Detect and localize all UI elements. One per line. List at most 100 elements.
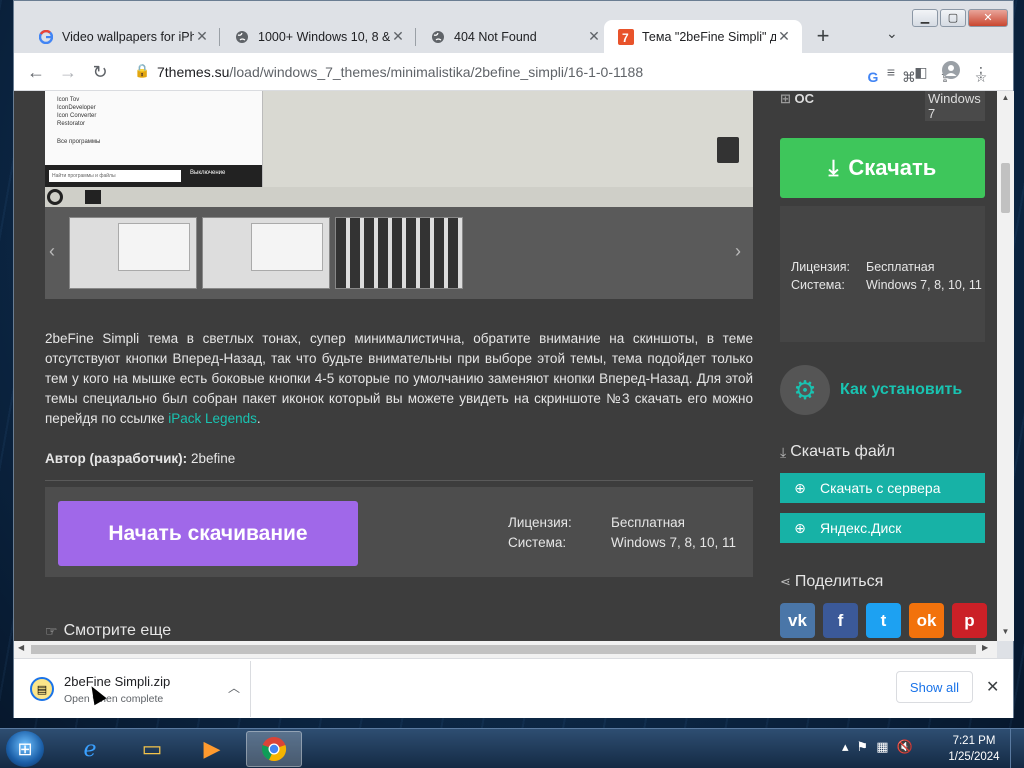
scroll-thumb[interactable] [1001, 163, 1010, 213]
page-viewport: Icon Tov IconDeveloper Icon Converter Re… [14, 91, 997, 641]
tab-404[interactable]: 404 Not Found ✕ [416, 20, 612, 53]
action-center-flag-icon[interactable]: ⚑ [857, 739, 869, 755]
license-value: Бесплатная [866, 260, 935, 274]
media-player-icon[interactable]: ▶ [184, 731, 240, 767]
close-icon[interactable]: ✕ [986, 677, 999, 697]
sidebar-info-box: Лицензия: Бесплатная Система: Windows 7,… [780, 206, 985, 342]
download-item[interactable]: ▤ 2beFine Simpli.zip Open when complete … [22, 665, 250, 713]
file-explorer-icon[interactable]: ▭ [124, 731, 180, 767]
system-tray: ▴ ⚑ ▦ 🔇 [842, 739, 913, 755]
internet-explorer-icon[interactable]: ℯ [62, 731, 118, 767]
globe-icon [234, 29, 250, 45]
scroll-right-icon[interactable]: ▶ [982, 643, 988, 652]
preview-taskbar [45, 187, 753, 207]
sidebar: ⊞ ОС Windows 7 ⤓ Скачать Лицензия: Беспл… [769, 91, 997, 641]
minimize-button[interactable]: ▁ [912, 9, 938, 27]
screenshot-gallery: ‹ › [45, 207, 753, 299]
lock-icon[interactable]: 🔒 [134, 63, 150, 79]
show-all-button[interactable]: Show all [896, 671, 973, 703]
media-control-icon[interactable]: ≡ [880, 61, 902, 83]
new-tab-button[interactable]: + [809, 23, 837, 51]
url-host: 7themes.su [157, 64, 230, 80]
download-from-server-button[interactable]: ⊕ Скачать с сервера [780, 473, 985, 503]
license-value: Бесплатная [611, 515, 685, 530]
download-circle-icon: ⊕ [794, 519, 806, 536]
social-buttons: vk f t ok p [780, 603, 987, 638]
gallery-thumbnail[interactable] [202, 217, 330, 289]
close-icon[interactable]: ✕ [586, 28, 602, 45]
pinterest-icon[interactable]: p [952, 603, 987, 638]
gallery-thumbnail[interactable] [69, 217, 197, 289]
download-shelf: ▤ 2beFine Simpli.zip Open when complete … [14, 658, 1013, 718]
theme-screenshot[interactable]: Icon Tov IconDeveloper Icon Converter Re… [45, 91, 753, 207]
system-label: Система: [508, 535, 567, 550]
scroll-left-icon[interactable]: ◀ [18, 643, 24, 652]
network-icon[interactable]: ▦ [876, 739, 888, 755]
chrome-icon[interactable] [246, 731, 302, 767]
horizontal-scrollbar[interactable]: ◀ ▶ [14, 641, 997, 658]
thumbs-up-icon: ☞ [45, 622, 58, 639]
volume-muted-icon[interactable]: 🔇 [896, 739, 912, 755]
side-panel-icon[interactable]: ◧ [910, 61, 932, 83]
forward-icon[interactable]: → [56, 61, 80, 85]
close-window-button[interactable]: ✕ [968, 9, 1008, 27]
tab-video-wallpapers[interactable]: Video wallpapers for iPh ✕ [24, 20, 220, 53]
tab-title: 404 Not Found [454, 29, 537, 44]
chevron-right-icon[interactable]: › [735, 241, 741, 262]
close-icon[interactable]: ✕ [776, 28, 792, 45]
start-button[interactable]: ⊞ [6, 731, 44, 767]
theme-description: 2beFine Simpli тема в светлых тонах, суп… [45, 331, 753, 426]
how-to-install-link[interactable]: ⚙ Как установить [780, 365, 962, 415]
vertical-scrollbar[interactable]: ▲ ▼ [997, 91, 1014, 641]
reload-icon[interactable]: ↻ [88, 61, 112, 85]
close-icon[interactable]: ✕ [390, 28, 406, 45]
tab-title: Тема "2beFine Simpli" д [642, 29, 776, 44]
system-value: Windows 7, 8, 10, 11 [866, 278, 982, 292]
show-hidden-icons-icon[interactable]: ▴ [842, 739, 849, 755]
address-bar[interactable]: 🔒 7themes.su/load/windows_7_themes/minim… [124, 58, 987, 86]
maximize-button[interactable]: ▢ [940, 9, 966, 27]
back-icon[interactable]: ← [24, 61, 48, 85]
see-more-heading: ☞ Смотрите еще [45, 622, 172, 639]
scroll-up-icon[interactable]: ▲ [997, 93, 1014, 102]
download-circle-icon: ⊕ [794, 479, 806, 496]
system-label: Система: [791, 278, 845, 292]
ipack-legends-link[interactable]: iPack Legends [168, 411, 257, 426]
tab-windows-themes[interactable]: 1000+ Windows 10, 8 & ✕ [220, 20, 416, 53]
preview-recycle-bin-icon [717, 137, 739, 163]
profile-avatar-icon[interactable] [940, 61, 962, 83]
close-icon[interactable]: ✕ [194, 28, 210, 45]
chevron-down-icon[interactable]: ⌄ [886, 25, 898, 42]
menu-kebab-icon[interactable]: ⋮ [970, 61, 992, 83]
main-content: Icon Tov IconDeveloper Icon Converter Re… [14, 91, 769, 641]
share-icon: ⋖ [780, 574, 791, 589]
scroll-thumb[interactable] [31, 645, 976, 654]
author-line: Автор (разработчик): 2befine [45, 451, 236, 466]
twitter-icon[interactable]: t [866, 603, 901, 638]
yandex-disk-button[interactable]: ⊕ Яндекс.Диск [780, 513, 985, 543]
windows-taskbar: ⊞ ℯ ▭ ▶ ▴ ⚑ ▦ 🔇 7:21 PM 1/25/2024 [0, 728, 1024, 768]
clock-time: 7:21 PM [952, 735, 996, 747]
scroll-down-icon[interactable]: ▼ [997, 627, 1014, 636]
tab-2befine-simpli[interactable]: 7 Тема "2beFine Simpli" д ✕ [604, 20, 802, 53]
facebook-icon[interactable]: f [823, 603, 858, 638]
tab-title: 1000+ Windows 10, 8 & [258, 29, 390, 44]
zip-file-icon: ▤ [30, 677, 54, 701]
vk-icon[interactable]: vk [780, 603, 815, 638]
chevron-up-icon[interactable]: ︿ [228, 679, 240, 696]
odnoklassniki-icon[interactable]: ok [909, 603, 944, 638]
download-button[interactable]: ⤓ Скачать [780, 138, 985, 198]
download-status: Open when complete [64, 692, 164, 705]
os-row: ⊞ ОС Windows 7 [780, 91, 985, 121]
7themes-icon: 7 [618, 28, 634, 45]
chevron-left-icon[interactable]: ‹ [49, 241, 55, 262]
system-clock[interactable]: 7:21 PM 1/25/2024 [944, 733, 1004, 765]
globe-icon [430, 29, 446, 45]
browser-window: Video wallpapers for iPh ✕ 1000+ Windows… [13, 0, 1014, 718]
gallery-thumbnail-icons[interactable] [335, 217, 463, 289]
start-download-button[interactable]: Начать скачивание [58, 501, 358, 566]
browser-toolbar: ← → ↻ 🔒 7themes.su/load/windows_7_themes… [14, 53, 1013, 91]
show-desktop-button[interactable] [1010, 729, 1024, 768]
url-path: /load/windows_7_themes/minimalistika/2be… [229, 64, 644, 80]
clock-date: 1/25/2024 [948, 751, 1000, 763]
